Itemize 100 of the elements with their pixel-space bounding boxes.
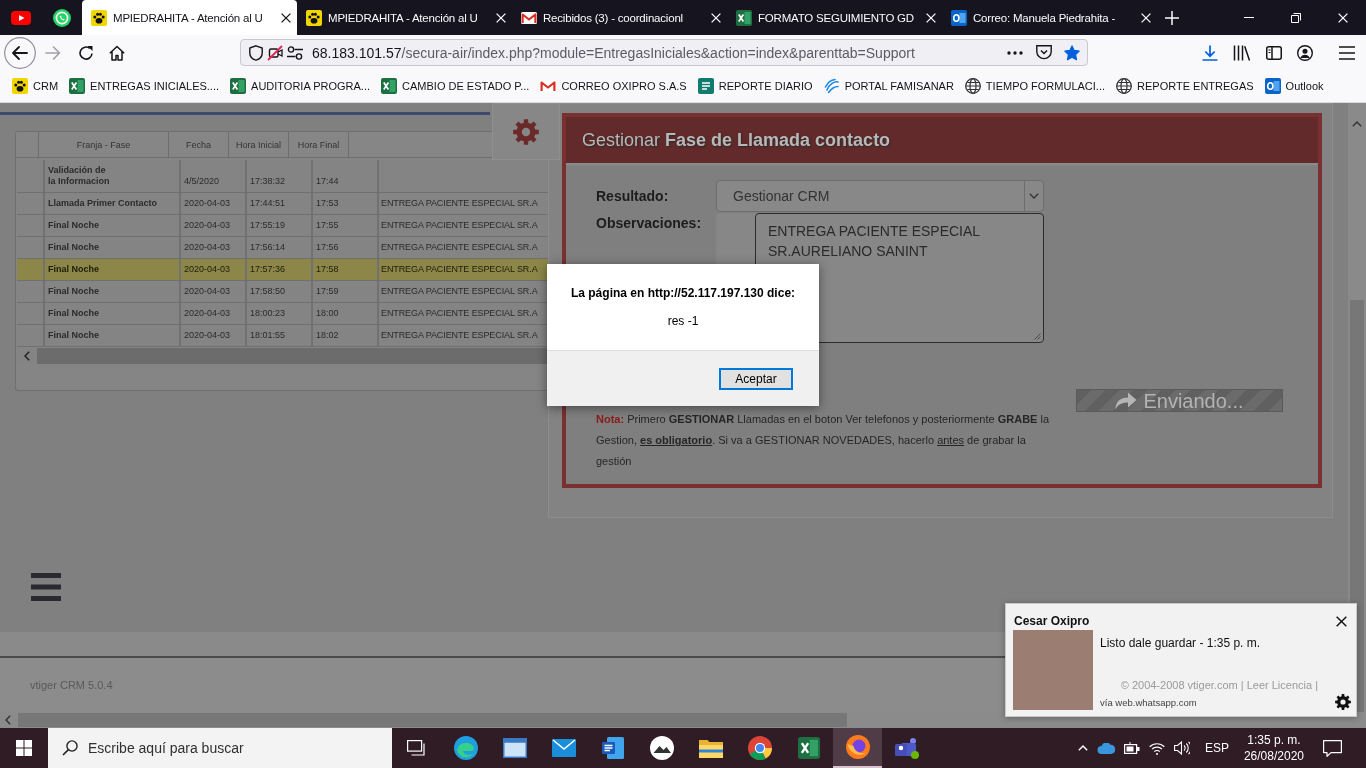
vertical-scrollbar[interactable] — [1348, 103, 1366, 712]
spreadsheet-icon — [381, 78, 398, 94]
column-header: Hora Inicial — [229, 132, 289, 157]
chevron-left-icon[interactable] — [24, 351, 30, 361]
bookmark-item[interactable]: ENTREGAS INICIALES.... — [69, 78, 220, 94]
table-cell: 2020-04-03 — [179, 325, 245, 346]
download-icon[interactable] — [1202, 44, 1218, 61]
browser-tab[interactable]: Recibidos (3) - coordinacionl — [512, 0, 727, 35]
bookmark-item[interactable]: TIEMPO FORMULACI... — [964, 78, 1106, 94]
windows-logo-icon[interactable] — [16, 740, 32, 756]
bookmark-item[interactable]: CAMBIO DE ESTADO P... — [381, 78, 530, 94]
result-dropdown[interactable]: Gestionar CRM — [716, 180, 1044, 212]
envelope-m-icon — [521, 11, 537, 24]
table-cell: 18:02 — [311, 325, 377, 346]
browser-tab[interactable]: FORMATO SEGUIMIENTO GD — [727, 0, 942, 35]
reload-icon[interactable] — [78, 44, 94, 61]
scrollbar-thumb[interactable] — [18, 713, 847, 727]
column-header: Hora Final — [289, 132, 349, 157]
search-field[interactable]: Escribe aquí para buscar — [48, 728, 392, 768]
column-header: Fecha — [169, 132, 229, 157]
table-row[interactable]: Final Noche 2020-04-03 18:00:23 18:00 ENTREGA PACIENTE ESPECIAL SR.A — [17, 303, 548, 325]
paw-icon — [12, 78, 28, 94]
resize-grip-icon[interactable] — [1034, 333, 1041, 340]
close-icon[interactable] — [1336, 616, 1347, 627]
gear-tile[interactable] — [492, 103, 560, 160]
bookmark-item[interactable]: CRM — [12, 78, 59, 94]
panel-title: Gestionar Fase de Llamada contacto — [582, 129, 891, 151]
paw-icon — [91, 9, 107, 26]
more-icon[interactable] — [1007, 50, 1023, 55]
table-row[interactable]: Final Noche 2020-04-03 17:55:19 17:55 ENTREGA PACIENTE ESPECIAL SR.A — [17, 215, 548, 237]
chevron-pouch-icon[interactable] — [1036, 45, 1052, 60]
restore-icon[interactable] — [1291, 12, 1301, 23]
message-icon[interactable] — [1323, 739, 1342, 757]
dialog-message: res -1 — [667, 314, 699, 328]
menu-icon[interactable] — [31, 573, 61, 601]
window-icon — [502, 738, 527, 758]
browser-tab[interactable]: Correo: Manuela Piedrahita - — [942, 0, 1157, 35]
bookmark-item[interactable]: CORREO OXIPRO S.A.S — [540, 80, 687, 92]
address-field[interactable]: 68.183.101.57/secura-air/index.php?module=EntregasIniciales&action=index&parenttab=Support — [240, 39, 1088, 66]
note-text: Nota: Primero GESTIONAR Llamadas en el boton Ver telefonos y posteriormente GRABE la Gestion, es obligatorio. Si va a GESTIONAR NOVEDADES, hacerlo antes de grabar la gestión — [596, 412, 1051, 469]
chevron-left-icon[interactable] — [5, 715, 11, 725]
table-row[interactable]: Validación de la Informacion 4/5/2020 17:38:32 17:44 — [17, 160, 548, 193]
field-label: Resultado: — [596, 188, 670, 204]
bookmark-item[interactable]: REPORTE DIARIO — [697, 78, 813, 94]
horizontal-scrollbar[interactable] — [17, 348, 548, 364]
globe-icon — [1116, 78, 1133, 94]
accept-button[interactable]: Aceptar — [719, 367, 793, 390]
back-icon[interactable] — [4, 36, 36, 69]
account-icon[interactable] — [1297, 44, 1313, 61]
wifi-icon[interactable] — [1148, 741, 1165, 755]
spreadsheet-icon — [230, 78, 247, 94]
bookmark-item[interactable]: AUDITORIA PROGRA... — [230, 78, 371, 94]
form-tile-icon — [697, 78, 714, 94]
spreadsheet-icon — [69, 78, 86, 94]
task-view-icon[interactable] — [406, 740, 427, 756]
swirl-icon — [823, 78, 840, 94]
column-header: Franja - Fase — [39, 132, 169, 157]
horizontal-scrollbar[interactable] — [0, 712, 1366, 728]
table-row[interactable]: Final Noche 2020-04-03 17:58:50 17:59 ENTREGA PACIENTE ESPECIAL SR.A — [17, 281, 548, 303]
sender-name: Cesar Oxipro — [1014, 614, 1090, 629]
tricolor-circle-icon — [747, 736, 772, 760]
bookmark-item[interactable]: PORTAL FAMISANAR — [823, 78, 954, 94]
menu-icon[interactable] — [1339, 45, 1355, 60]
bookmark-item[interactable]: REPORTE ENTREGAS — [1116, 78, 1254, 94]
table-row[interactable]: Llamada Primer Contacto 2020-04-03 17:44:51 17:53 ENTREGA PACIENTE ESPECIAL SR.A — [17, 193, 548, 215]
books-icon[interactable] — [1233, 44, 1251, 61]
sliders-icon[interactable] — [287, 45, 303, 60]
home-icon[interactable] — [109, 44, 125, 61]
clock-time[interactable]: 1:35 p. m. — [1247, 732, 1301, 748]
close-icon[interactable] — [281, 12, 291, 23]
wave-circle-icon — [453, 736, 478, 760]
taskbar-app-button[interactable] — [833, 728, 882, 768]
table-cell: Final Noche — [43, 325, 179, 346]
spreadsheet-icon — [736, 9, 752, 26]
bookmark-item[interactable]: Outlook — [1264, 78, 1324, 94]
table-row[interactable]: Final Noche 2020-04-03 17:57:36 17:58 ENTREGA PACIENTE ESPECIAL SR.A — [17, 259, 548, 281]
bookmark-star-icon[interactable] — [1064, 44, 1080, 61]
sidebar-icon[interactable] — [1266, 45, 1282, 60]
clock-date[interactable]: 26/08/2020 — [1243, 748, 1304, 764]
people-tile-icon — [894, 737, 919, 759]
spreadsheet-icon — [797, 737, 820, 759]
source-text: vía web.whatsapp.com — [1100, 697, 1198, 709]
crossed-camera-icon[interactable] — [267, 44, 283, 61]
battery-icon[interactable] — [1123, 742, 1140, 754]
envelope-icon — [551, 739, 576, 757]
browser-tab[interactable]: MPIEDRAHITA - Atención al U — [297, 0, 512, 35]
mountain-circle-icon — [649, 736, 674, 760]
language-indicator[interactable]: ESP — [1204, 741, 1229, 755]
table-row[interactable]: Final Noche 2020-04-03 18:01:55 18:02 ENTREGA PACIENTE ESPECIAL SR.A — [17, 325, 548, 347]
table-row[interactable]: Final Noche 2020-04-03 17:56:14 17:56 ENTREGA PACIENTE ESPECIAL SR.A — [17, 237, 548, 259]
ring-tile-icon — [1264, 78, 1281, 94]
copyright-text: © 2004-2008 vtiger.com | Leer Licencia | — [1120, 679, 1318, 691]
cloud-icon[interactable] — [1096, 742, 1115, 754]
settings-icon[interactable] — [1335, 694, 1351, 710]
flame-circle-icon — [845, 735, 870, 759]
shield-icon[interactable] — [249, 44, 263, 61]
browser-tab[interactable]: MPIEDRAHITA - Atención al U — [82, 0, 297, 35]
share-arrow-icon — [1115, 391, 1138, 410]
volume-icon[interactable] — [1173, 741, 1190, 755]
new-tab-icon[interactable] — [1165, 10, 1179, 25]
